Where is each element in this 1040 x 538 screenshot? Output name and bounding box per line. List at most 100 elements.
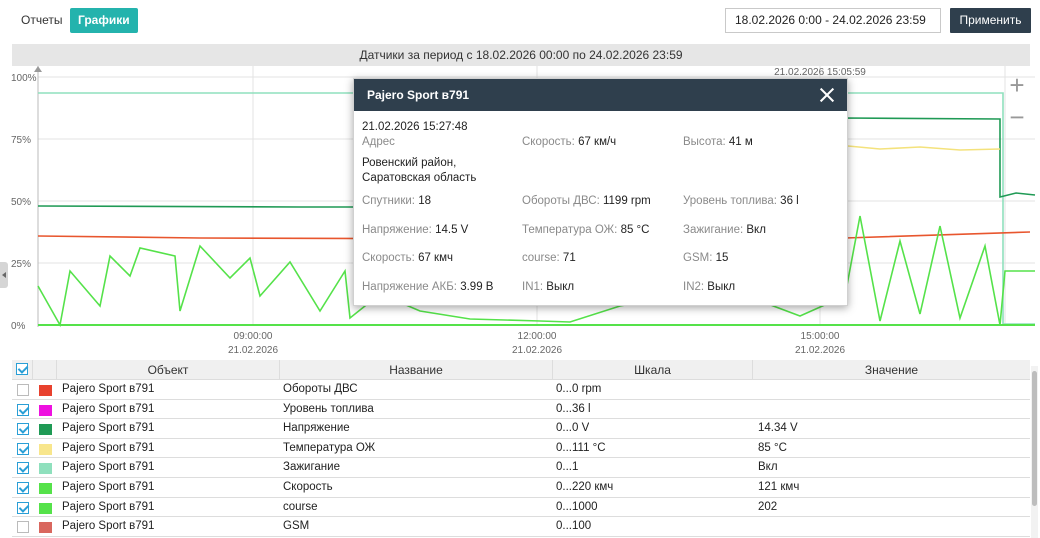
x-tick-time: 12:00:00 [518, 331, 557, 342]
column-name[interactable]: Название [280, 360, 553, 380]
row-checkbox[interactable] [17, 521, 29, 534]
cell-object: Pajero Sport в791 [62, 422, 155, 435]
series-line-Температура ОЖ [847, 145, 1001, 151]
popup-field-value: 36 l [780, 195, 799, 207]
table-row[interactable]: Pajero Sport в791 Напряжение 0...0 V 14.34 … [12, 419, 1030, 439]
popup-field-label: Напряжение: [362, 224, 432, 236]
table-body: Pajero Sport в791 Обороты ДВС 0...0 rpm Paj… [12, 380, 1030, 537]
cell-scale: 0...100 [556, 520, 592, 533]
cell-object: Pajero Sport в791 [62, 461, 155, 474]
column-object[interactable]: Объект [57, 360, 280, 380]
cell-name: Напряжение [283, 422, 350, 435]
popup-field-label: IN1: [522, 281, 544, 293]
cell-name: Уровень топлива [283, 402, 374, 415]
popup-field-value: 67 кмч [418, 252, 453, 264]
table-row[interactable]: Pajero Sport в791 course 0...1000 202 [12, 498, 1030, 518]
popup-field: Высота: 41 м [683, 136, 753, 148]
cell-object: Pajero Sport в791 [62, 480, 155, 493]
color-swatch[interactable] [39, 482, 52, 494]
table-row[interactable]: Pajero Sport в791 Скорость 0...220 кмч 121 … [12, 478, 1030, 498]
zoom-out-icon[interactable]: − [1006, 104, 1028, 130]
sensor-table: Объект Название Шкала Значение Pajero Sp… [12, 360, 1030, 537]
cell-scale: 0...1000 [556, 500, 598, 513]
popup-field: Скорость: 67 кмч [362, 252, 453, 264]
color-swatch[interactable] [39, 502, 52, 514]
popup-field: Уровень топлива: 36 l [683, 195, 799, 207]
x-tick-date: 21.02.2026 [512, 345, 562, 356]
cell-object: Pajero Sport в791 [62, 441, 155, 454]
popup-field: IN2: Выкл [683, 281, 735, 293]
popup-address-value: Ровенский район, Саратовская область [362, 157, 477, 184]
popup-field-label: Зажигание: [683, 224, 744, 236]
popup-field-value: 15 [715, 252, 729, 264]
zoom-in-icon[interactable]: + [1006, 72, 1028, 98]
table-row[interactable]: Pajero Sport в791 GSM 0...100 [12, 517, 1030, 537]
close-icon[interactable] [819, 87, 835, 103]
table-scroll-thumb[interactable] [1032, 371, 1037, 506]
select-all-cell [12, 360, 33, 380]
cell-value: 121 кмч [758, 480, 800, 493]
color-swatch[interactable] [39, 522, 52, 534]
y-tick-label: 25% [11, 259, 31, 270]
popup-field-value: 14.5 V [435, 224, 469, 236]
apply-button[interactable]: Применить [950, 8, 1031, 33]
tab-charts[interactable]: Графики [70, 8, 138, 33]
popup-field-value: 1199 rpm [602, 195, 651, 207]
cell-object: Pajero Sport в791 [62, 402, 155, 415]
cell-scale: 0...0 V [556, 422, 590, 435]
period-input[interactable]: 18.02.2026 0:00 - 24.02.2026 23:59 [725, 8, 941, 33]
table-row[interactable]: Pajero Sport в791 Уровень топлива 0...36 l [12, 400, 1030, 420]
row-checkbox[interactable] [17, 462, 29, 475]
cell-value: Вкл [758, 461, 778, 474]
column-scale[interactable]: Шкала [553, 360, 753, 380]
color-swatch[interactable] [39, 385, 52, 396]
popup-field: Обороты ДВС: 1199 rpm [522, 195, 651, 207]
chart-header: Датчики за период с 18.02.2026 00:00 по … [12, 44, 1030, 66]
y-tick-label: 100% [11, 73, 37, 84]
popup-field-value: 18 [418, 195, 431, 207]
popup-field-label: Температура ОЖ: [522, 224, 618, 236]
y-tick-label: 75% [11, 135, 31, 146]
select-all-checkbox[interactable] [16, 363, 28, 375]
x-tick-time: 09:00:00 [234, 331, 273, 342]
table-row[interactable]: Pajero Sport в791 Зажигание 0...1 Вкл [12, 458, 1030, 478]
popup-field: Напряжение: 14.5 V [362, 224, 468, 236]
color-swatch[interactable] [39, 404, 52, 416]
popup-field: IN1: Выкл [522, 281, 574, 293]
cell-scale: 0...111 °C [556, 441, 606, 454]
popup-field: course: 71 [522, 252, 576, 264]
color-swatch[interactable] [39, 443, 52, 455]
color-swatch[interactable] [39, 463, 52, 475]
table-row[interactable]: Pajero Sport в791 Обороты ДВС 0...0 rpm [12, 380, 1030, 400]
row-checkbox[interactable] [17, 384, 29, 396]
row-checkbox[interactable] [17, 481, 29, 494]
cell-value: 85 °C [758, 441, 787, 454]
popup-field-label: IN2: [683, 281, 705, 293]
popup-field-value: 67 км/ч [578, 136, 617, 148]
popup-field-label: Уровень топлива: [683, 195, 777, 207]
popup-title: Pajero Sport в791 [367, 88, 470, 102]
cell-name: Обороты ДВС [283, 383, 358, 395]
cell-scale: 0...220 кмч [556, 480, 614, 493]
popup-field-value: Выкл [546, 281, 575, 293]
popup-field-label: course: [522, 252, 560, 264]
popup-field-label: Спутники: [362, 195, 415, 207]
popup-field-value: Выкл [707, 281, 736, 293]
tab-reports[interactable]: Отчеты [13, 8, 70, 33]
cell-name: course [283, 500, 318, 513]
color-swatch[interactable] [39, 424, 52, 436]
table-row[interactable]: Pajero Sport в791 Температура ОЖ 0...111 °… [12, 439, 1030, 459]
y-tick-label: 50% [11, 197, 31, 208]
cursor-label: 21.02.2026 15:05:59 [774, 67, 866, 78]
table-header: Объект Название Шкала Значение [12, 360, 1030, 380]
popup-field-label: Обороты ДВС: [522, 195, 600, 207]
cell-object: Pajero Sport в791 [62, 520, 155, 533]
popup-field: Температура ОЖ: 85 °C [522, 224, 649, 236]
column-value[interactable]: Значение [753, 360, 1030, 380]
row-checkbox[interactable] [17, 442, 29, 455]
row-checkbox[interactable] [17, 501, 29, 514]
popup-field-label: Высота: [683, 136, 726, 148]
popup-field-value: 41 м [728, 136, 753, 148]
row-checkbox[interactable] [17, 403, 29, 416]
row-checkbox[interactable] [17, 423, 29, 436]
